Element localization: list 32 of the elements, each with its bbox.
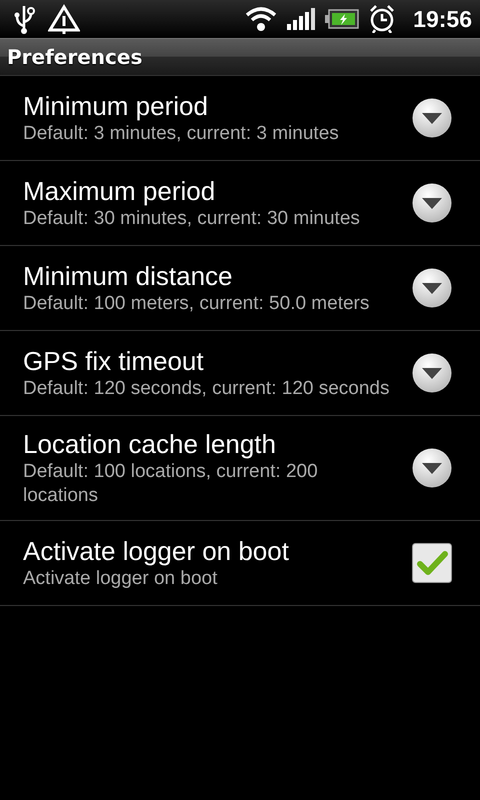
preference-title: Minimum period	[23, 90, 209, 122]
clock-time: 19:56	[413, 6, 472, 32]
dropdown-icon[interactable]	[412, 98, 452, 138]
dropdown-icon[interactable]	[412, 183, 452, 223]
preference-item[interactable]: Activate logger on boot Activate logger on boot	[0, 521, 480, 606]
preference-summary: Default: 3 minutes, current: 3 minutes	[23, 122, 340, 146]
preference-item[interactable]: GPS fix timeout Default: 120 seconds, current: 120 seconds	[0, 331, 480, 416]
preference-summary: Activate logger on boot	[23, 567, 218, 591]
warning-icon	[48, 4, 80, 34]
wifi-icon	[245, 6, 278, 32]
preference-title: Activate logger on boot	[23, 535, 290, 567]
dropdown-icon[interactable]	[412, 353, 452, 393]
checkbox[interactable]	[412, 543, 452, 583]
preference-title: Minimum distance	[23, 260, 234, 292]
battery-icon	[325, 9, 360, 29]
signal-icon	[287, 8, 316, 30]
preference-summary: Default: 100 locations, current: 200 locations	[23, 460, 319, 508]
preference-title: Location cache length	[23, 428, 277, 460]
dropdown-icon[interactable]	[412, 448, 452, 488]
preference-title: Maximum period	[23, 175, 216, 207]
dropdown-icon[interactable]	[412, 268, 452, 308]
alarm-clock-icon	[369, 5, 396, 33]
preference-summary: Default: 30 minutes, current: 30 minutes	[23, 207, 361, 231]
preference-summary: Default: 120 seconds, current: 120 seconds	[23, 377, 391, 401]
preference-item[interactable]: Minimum period Default: 3 minutes, current: 3 minutes	[0, 76, 480, 161]
preference-item[interactable]: Maximum period Default: 30 minutes, current: 30 minutes	[0, 161, 480, 246]
preference-title: GPS fix timeout	[23, 345, 205, 377]
preference-item[interactable]: Location cache length Default: 100 locations, current: 200 locations	[0, 416, 480, 521]
usb-icon	[14, 4, 38, 34]
screen-title: Preferences	[7, 44, 142, 68]
preference-item[interactable]: Minimum distance Default: 100 meters, current: 50.0 meters	[0, 246, 480, 331]
preference-summary: Default: 100 meters, current: 50.0 meters	[23, 292, 370, 316]
